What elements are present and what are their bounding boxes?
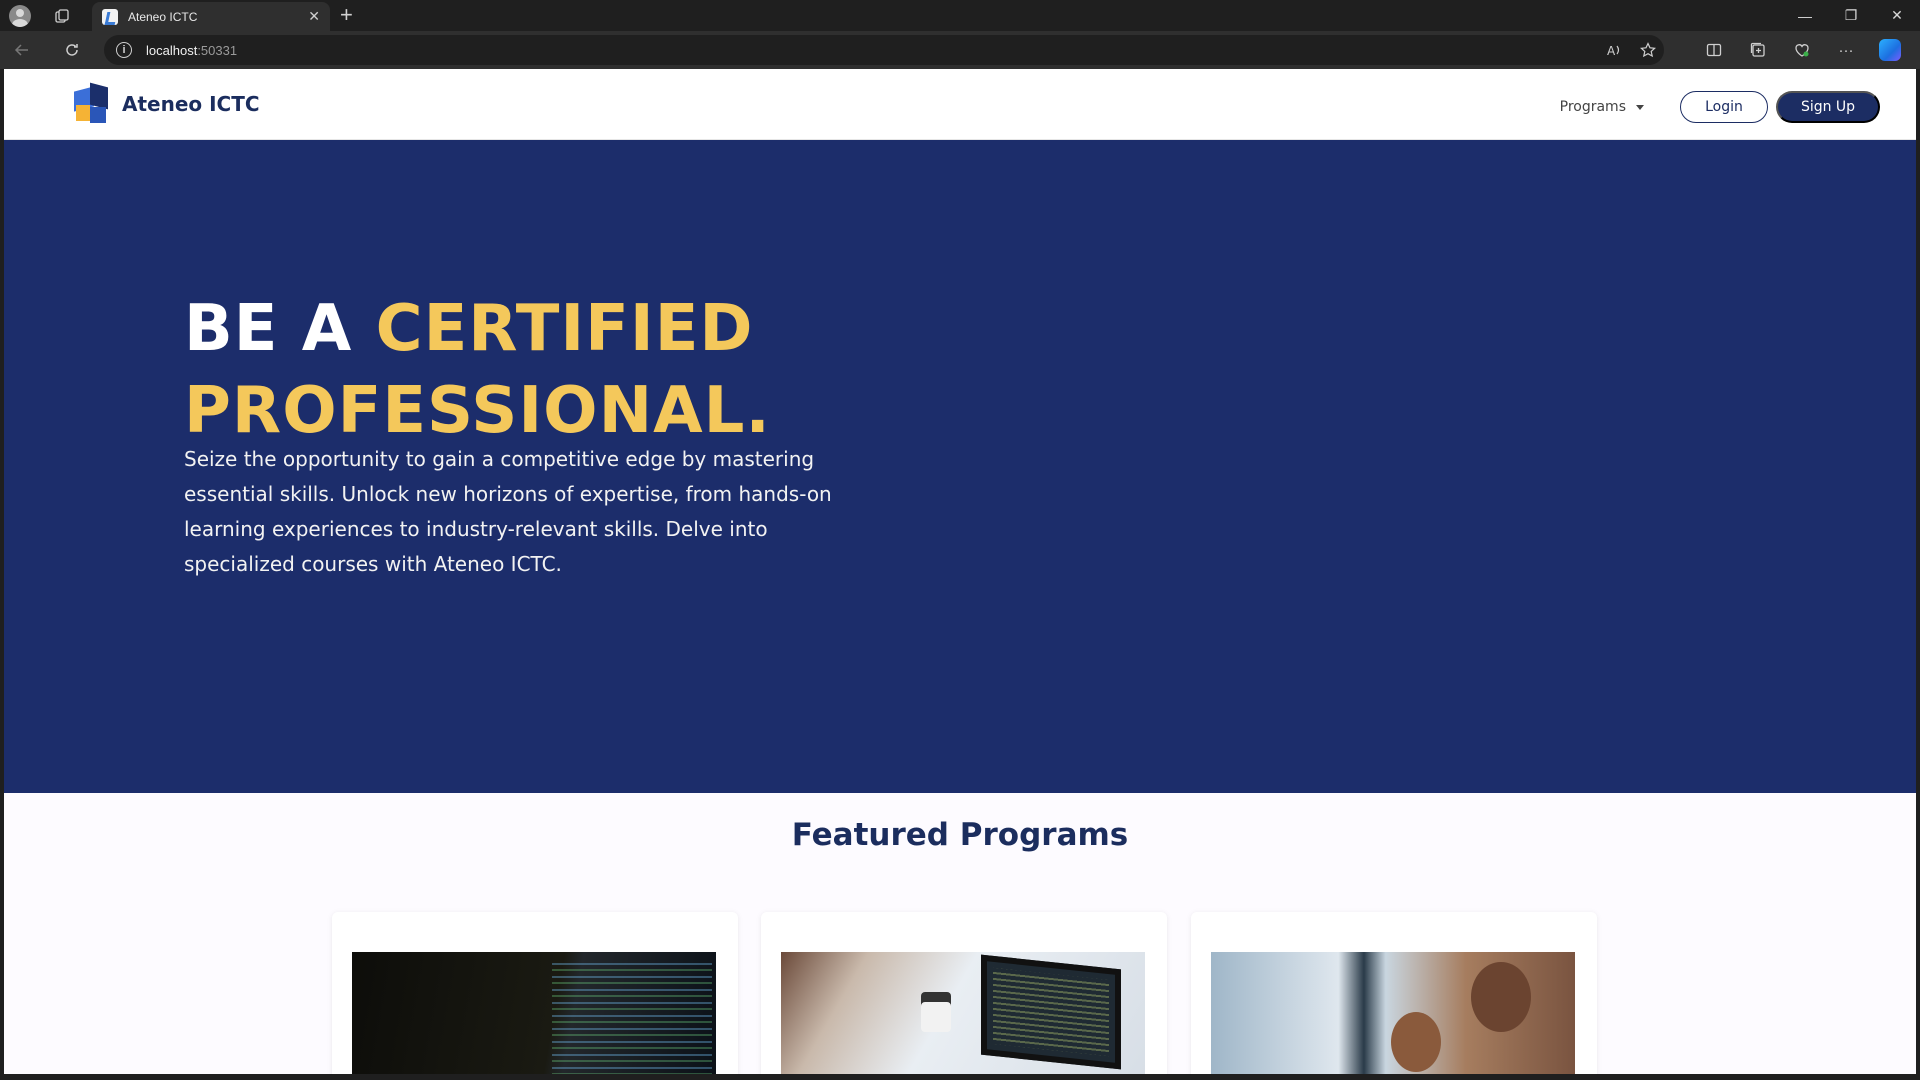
- favorite-star-icon[interactable]: [1640, 42, 1656, 58]
- profile-avatar[interactable]: [0, 0, 40, 31]
- program-card[interactable]: [332, 912, 738, 1074]
- hero-section: BE A CERTIFIED PROFESSIONAL. Seize the o…: [4, 140, 1916, 793]
- hero-title-white: BE A: [184, 292, 376, 366]
- window-bottom-border: [0, 1074, 1920, 1080]
- hero-title-yellow-1: CERTIFIED: [375, 292, 754, 366]
- refresh-icon: [66, 44, 78, 56]
- collections-icon[interactable]: [1736, 42, 1780, 58]
- page-viewport: Ateneo ICTC Programs Login Sign Up BE A …: [4, 69, 1916, 1074]
- flutter-favicon-icon: [102, 8, 118, 25]
- hero-title-yellow-2: PROFESSIONAL.: [184, 374, 771, 448]
- browser-essentials-icon[interactable]: [1780, 42, 1824, 58]
- back-arrow-icon: [14, 44, 28, 56]
- brand-name: Ateneo ICTC: [122, 92, 260, 116]
- workspaces-icon[interactable]: [42, 0, 82, 31]
- featured-programs-section: Featured Programs: [4, 793, 1916, 1074]
- restore-button[interactable]: ❐: [1828, 0, 1874, 31]
- site-info-icon[interactable]: i: [116, 42, 132, 58]
- featured-programs-title: Featured Programs: [791, 817, 1129, 853]
- window-controls: — ❐ ✕: [1782, 0, 1920, 31]
- program-card-image: [352, 952, 716, 1074]
- programs-dropdown[interactable]: Programs: [1560, 99, 1644, 115]
- program-card-image: [781, 952, 1145, 1074]
- minimize-button[interactable]: —: [1782, 0, 1828, 31]
- ateneo-cube-logo-icon: [70, 82, 112, 125]
- browser-tab-strip: Ateneo ICTC ✕ + — ❐ ✕: [0, 0, 1920, 31]
- site-navbar: Ateneo ICTC Programs Login Sign Up: [4, 69, 1916, 140]
- close-window-button[interactable]: ✕: [1874, 0, 1920, 31]
- url-port: :50331: [197, 42, 238, 58]
- navbar-actions: Programs Login Sign Up: [1560, 91, 1880, 123]
- address-toolbar: i localhost:50331 A ···: [0, 31, 1920, 69]
- program-card[interactable]: [761, 912, 1167, 1074]
- hero-title: BE A CERTIFIED PROFESSIONAL.: [184, 288, 771, 452]
- svg-text:A: A: [1607, 44, 1616, 58]
- program-card-image: [1211, 952, 1575, 1074]
- copilot-icon[interactable]: [1868, 39, 1912, 61]
- back-button[interactable]: [0, 31, 44, 69]
- tab-close-icon[interactable]: ✕: [308, 8, 320, 25]
- new-tab-button[interactable]: +: [340, 4, 353, 26]
- signup-button[interactable]: Sign Up: [1776, 91, 1880, 123]
- address-bar[interactable]: i localhost:50331 A: [104, 35, 1664, 65]
- tab-title: Ateneo ICTC: [128, 9, 198, 24]
- program-card[interactable]: [1191, 912, 1597, 1074]
- profile-icon: [9, 4, 31, 27]
- caret-down-icon: [1636, 104, 1644, 110]
- brand-link[interactable]: Ateneo ICTC: [70, 82, 260, 125]
- login-button[interactable]: Login: [1680, 91, 1768, 123]
- programs-label: Programs: [1559, 99, 1626, 115]
- split-screen-icon[interactable]: [1692, 42, 1736, 58]
- refresh-button[interactable]: [50, 31, 94, 69]
- hero-description: Seize the opportunity to gain a competit…: [184, 447, 832, 576]
- read-aloud-icon[interactable]: A: [1606, 42, 1622, 58]
- browser-tab-active[interactable]: Ateneo ICTC ✕: [92, 2, 330, 31]
- more-options-icon[interactable]: ···: [1824, 42, 1868, 59]
- url-host: localhost: [146, 42, 198, 58]
